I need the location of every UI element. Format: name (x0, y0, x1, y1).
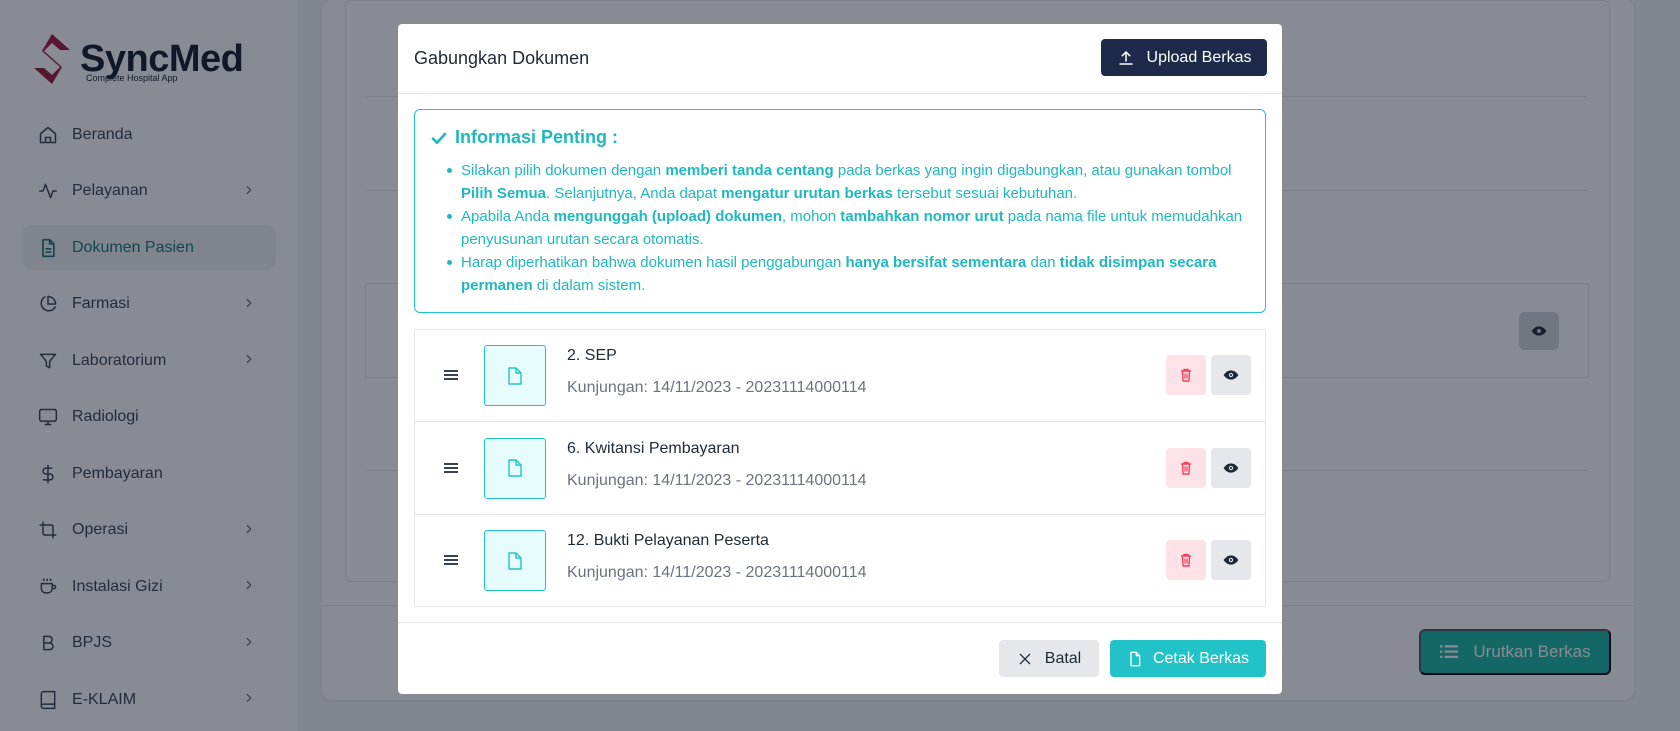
delete-document-button[interactable] (1166, 355, 1206, 395)
info-list: Silakan pilih dokumen dengan memberi tan… (445, 159, 1255, 297)
trash-icon (1181, 461, 1191, 475)
view-document-button[interactable] (1211, 355, 1251, 395)
delete-document-button[interactable] (1166, 540, 1206, 581)
document-visit-info: Kunjungan: 14/11/2023 - 20231114000114 (567, 379, 867, 396)
close-icon (1019, 653, 1031, 664)
view-document-button[interactable] (1211, 447, 1251, 488)
info-emphasis: Pilih Semua (461, 185, 547, 202)
file-icon (1130, 651, 1141, 666)
view-document-button[interactable] (1211, 540, 1251, 581)
cancel-button[interactable]: Batal (999, 640, 1099, 677)
upload-icon (1118, 50, 1133, 65)
info-text: dan (1026, 254, 1060, 271)
modal-title: Gabungkan Dokumen (414, 48, 590, 68)
upload-files-button[interactable]: Upload Berkas (1101, 39, 1267, 76)
trash-icon (1181, 368, 1191, 382)
document-title: 2. SEP (567, 347, 617, 364)
trash-icon (1181, 554, 1191, 568)
eye-icon (1223, 555, 1239, 566)
file-thumbnail (484, 437, 546, 499)
info-text: Apabila Anda (461, 208, 554, 225)
info-emphasis: hanya bersifat sementara (845, 254, 1027, 271)
eye-icon (1223, 370, 1239, 380)
info-item: Harap diperhatikan bahwa dokumen hasil p… (445, 251, 1255, 297)
merge-documents-modal: Gabungkan Dokumen Upload Berkas Informas… (398, 24, 1282, 694)
check-icon (431, 132, 447, 144)
file-thumbnail (484, 345, 546, 406)
eye-icon (1223, 463, 1239, 473)
document-visit-info: Kunjungan: 14/11/2023 - 20231114000114 (567, 564, 867, 582)
document-visit-info: Kunjungan: 14/11/2023 - 20231114000114 (567, 471, 867, 489)
document-row[interactable]: 6. Kwitansi Pembayaran Kunjungan: 14/11/2… (415, 423, 1265, 515)
file-thumbnail (484, 530, 546, 592)
upload-files-label: Upload Berkas (1146, 48, 1252, 66)
cancel-label: Batal (1044, 649, 1082, 667)
file-icon (508, 459, 522, 477)
document-row[interactable]: 12. Bukti Pelayanan Peserta Kunjungan: 14… (415, 515, 1265, 607)
document-list: 2. SEP Kunjungan: 14/11/2023 - 2023111400… (414, 329, 1266, 607)
info-text: . Selanjutnya, Anda dapat (546, 185, 722, 202)
info-text: pada berkas yang ingin digabungkan, atau… (833, 162, 1232, 179)
drag-handle-icon[interactable] (443, 460, 459, 476)
info-emphasis: tambahkan nomor urut (840, 208, 1004, 225)
drag-handle-icon[interactable] (443, 367, 459, 383)
info-item: Apabila Anda mengunggah (upload) dokumen… (445, 205, 1255, 251)
info-item: Silakan pilih dokumen dengan memberi tan… (445, 159, 1255, 205)
info-emphasis: memberi tanda centang (665, 162, 834, 179)
info-text: Silakan pilih dokumen dengan (461, 162, 666, 179)
drag-handle-icon[interactable] (443, 552, 459, 568)
document-title: 6. Kwitansi Pembayaran (567, 439, 740, 457)
document-row[interactable]: 2. SEP Kunjungan: 14/11/2023 - 2023111400… (415, 330, 1265, 422)
info-text: di dalam sistem. (532, 277, 646, 294)
print-files-label: Cetak Berkas (1152, 649, 1250, 667)
file-icon (508, 552, 522, 570)
delete-document-button[interactable] (1166, 447, 1206, 488)
file-icon (508, 366, 522, 385)
info-emphasis: mengatur urutan berkas (721, 185, 893, 202)
info-text: , mohon (781, 208, 841, 225)
info-emphasis: mengunggah (upload) dokumen (553, 208, 782, 225)
print-files-button[interactable]: Cetak Berkas (1110, 640, 1266, 677)
document-title: 12. Bukti Pelayanan Peserta (567, 532, 769, 550)
info-text: Harap diperhatikan bahwa dokumen hasil p… (461, 254, 846, 271)
modal-footer-divider (398, 622, 1282, 623)
info-title: Informasi Penting : (455, 127, 619, 147)
modal-header: Gabungkan Dokumen Upload Berkas (398, 24, 1282, 94)
info-text: tersebut sesuai kebutuhan. (892, 185, 1078, 202)
info-alert: Informasi Penting : Silakan pilih dokume… (414, 109, 1266, 313)
